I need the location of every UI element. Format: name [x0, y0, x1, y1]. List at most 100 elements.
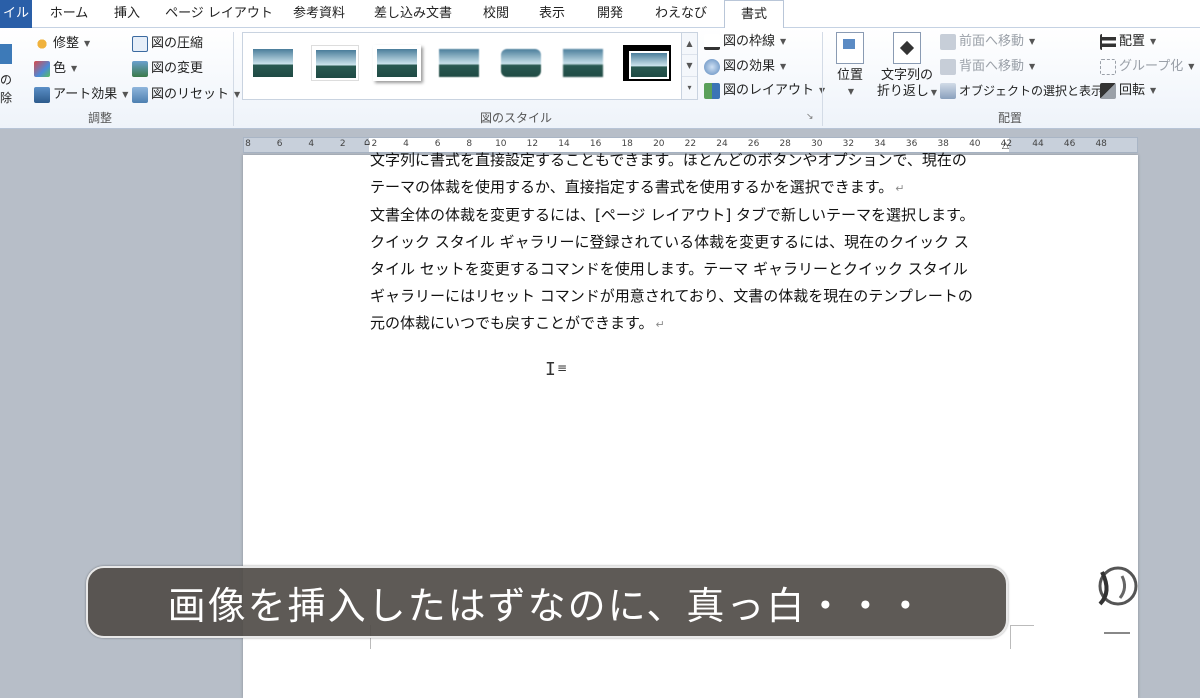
- remove-background-icon[interactable]: [0, 44, 12, 64]
- scroll-up-icon[interactable]: ▲: [682, 33, 697, 55]
- layout-icon: [704, 83, 720, 99]
- sun-icon: [34, 36, 50, 52]
- selection-pane-button[interactable]: オブジェクトの選択と表示: [940, 81, 1103, 101]
- align-button[interactable]: 配置 ▼: [1100, 32, 1156, 52]
- wrap-text-button[interactable]: 文字列の 折り返し ▼: [874, 32, 940, 101]
- bring-forward-button[interactable]: 前面へ移動 ▼: [940, 32, 1035, 52]
- align-left-icon: ≡: [557, 361, 568, 375]
- corrections-button[interactable]: 修整 ▼: [34, 34, 90, 54]
- ruler-tick-label: 48: [1095, 139, 1107, 149]
- dropdown-arrow-icon: ▼: [847, 87, 855, 96]
- tab-page-layout[interactable]: ページ レイアウト: [162, 0, 276, 28]
- ruler-tick-label: 6: [276, 139, 283, 149]
- text-line: ギャラリーにはリセット コマンドが用意されており、文書の体裁を現在のテンプレート…: [370, 287, 973, 305]
- crop-mark: [1010, 625, 1011, 649]
- bring-forward-icon: [940, 34, 956, 50]
- group-separator: [233, 32, 234, 126]
- text-line: 文字列に書式を直接設定することもできます。ほとんどのボタンやオプションで、現在の: [370, 151, 967, 169]
- position-button[interactable]: 位置 ▼: [832, 32, 868, 100]
- gallery-scroll[interactable]: ▲ ▼ ▾: [681, 33, 697, 99]
- style-preview-image: [501, 49, 541, 77]
- artistic-effects-icon: [34, 87, 50, 103]
- subtitle-text: 画像を挿入したはずなのに、真っ白・・・: [167, 583, 927, 628]
- i-beam-cursor-icon: I: [545, 359, 556, 380]
- tab-developer[interactable]: 開発: [588, 0, 632, 28]
- position-icon: [836, 32, 864, 64]
- reset-picture-button[interactable]: 図のリセット ▼: [132, 85, 240, 105]
- tab-waenavi[interactable]: わえなび: [646, 0, 716, 28]
- reset-picture-icon: [132, 87, 148, 103]
- body-text[interactable]: 文字列に書式を直接設定することもできます。ほとんどのボタンやオプションで、現在の…: [370, 151, 1010, 338]
- style-preview-image: [563, 49, 603, 77]
- ruler-tick-label: 8: [245, 139, 251, 149]
- text-line: 元の体裁にいつでも戻すことができます。 ↵: [370, 314, 665, 332]
- group-label-picture-styles: 図のスタイル: [479, 111, 552, 125]
- style-thumbnail[interactable]: [623, 45, 671, 81]
- paragraph-mark: ↵: [895, 182, 905, 195]
- tab-insert[interactable]: 挿入: [106, 0, 148, 28]
- change-picture-icon: [132, 61, 148, 77]
- wrap-text-icon: [893, 32, 921, 64]
- send-backward-icon: [940, 59, 956, 75]
- remove-background-label-2: 除: [0, 91, 13, 105]
- ruler-tick-label: 44: [1032, 139, 1044, 149]
- compress-pictures-button[interactable]: 図の圧縮: [132, 34, 203, 54]
- tab-home[interactable]: ホーム: [42, 0, 96, 28]
- style-thumbnail[interactable]: [373, 45, 421, 81]
- tab-mailings[interactable]: 差し込み文書: [366, 0, 460, 28]
- style-thumbnail[interactable]: [559, 45, 607, 81]
- text-line: クイック スタイル ギャラリーに登録されている体裁を変更するには、現在のクイック…: [370, 233, 969, 251]
- style-preview-image: [377, 49, 417, 77]
- color-button[interactable]: 色 ▼: [34, 59, 77, 79]
- group-label-adjust: 調整: [87, 111, 112, 125]
- group-separator: [822, 32, 823, 126]
- tab-review[interactable]: 校閲: [474, 0, 518, 28]
- change-picture-button[interactable]: 図の変更: [132, 59, 203, 79]
- picture-layout-button[interactable]: 図のレイアウト▼: [704, 81, 825, 101]
- ribbon: の 除 修整 ▼ 色 ▼ アート効果 ▼ 図の圧縮 図の変更 図のリセット ▼ 調整 ▲…: [0, 28, 1200, 129]
- picture-border-button[interactable]: 図の枠線 ▼: [704, 32, 786, 52]
- rotate-icon: [1100, 83, 1116, 99]
- crop-mark: [1010, 625, 1034, 626]
- style-preview-image: [629, 51, 669, 79]
- ribbon-tab-bar: イル ホーム 挿入 ページ レイアウト 参考資料 差し込み文書 校閲 表示 開発…: [0, 0, 1200, 29]
- artistic-effects-button[interactable]: アート効果 ▼: [34, 85, 128, 105]
- send-backward-button[interactable]: 背面へ移動 ▼: [940, 57, 1035, 77]
- tab-view[interactable]: 表示: [530, 0, 574, 28]
- style-preview-image: [253, 49, 293, 77]
- text-line: タイル セットを変更するコマンドを使用します。テーマ ギャラリーとクイック スタ…: [370, 260, 968, 278]
- subtitle-caption: 画像を挿入したはずなのに、真っ白・・・: [86, 566, 1008, 638]
- picture-styles-gallery[interactable]: ▲ ▼ ▾: [242, 32, 698, 100]
- text-line: 文書全体の体裁を変更するには、[ページ レイアウト] タブで新しいテーマを選択し…: [370, 206, 975, 224]
- tab-file[interactable]: イル: [0, 0, 32, 28]
- style-thumbnail[interactable]: [435, 45, 483, 81]
- effects-icon: [704, 59, 720, 75]
- style-thumbnail[interactable]: [497, 45, 545, 81]
- style-thumbnail[interactable]: [249, 45, 297, 81]
- logo-icon: [1098, 566, 1138, 634]
- pencil-icon: [704, 34, 720, 50]
- more-styles-icon[interactable]: ▾: [682, 77, 697, 99]
- paragraph-mark: ↵: [655, 318, 665, 331]
- tab-references[interactable]: 参考資料: [286, 0, 352, 28]
- group-icon: [1100, 59, 1116, 75]
- align-icon: [1100, 34, 1116, 50]
- ruler-tick-label: 4: [308, 139, 315, 149]
- scroll-down-icon[interactable]: ▼: [682, 55, 697, 77]
- remove-background-label-1: の: [0, 73, 13, 87]
- color-palette-icon: [34, 61, 50, 77]
- style-thumbnail[interactable]: [311, 45, 359, 81]
- tab-format[interactable]: 書式: [724, 0, 784, 29]
- style-preview-image: [316, 50, 356, 78]
- group-objects-button[interactable]: グループ化 ▼: [1100, 57, 1194, 77]
- style-preview-image: [439, 49, 479, 77]
- group-label-arrange: 配置: [997, 111, 1022, 125]
- compress-icon: [132, 36, 148, 52]
- ruler-tick-label: 2: [339, 139, 346, 149]
- rotate-button[interactable]: 回転 ▼: [1100, 81, 1156, 101]
- dialog-launcher-icon[interactable]: ↘: [806, 112, 814, 122]
- text-line: テーマの体裁を使用するか、直接指定する書式を使用するかを選択できます。 ↵: [370, 178, 905, 196]
- selection-pane-icon: [940, 83, 956, 99]
- ruler-tick-label: 46: [1063, 139, 1076, 149]
- picture-effects-button[interactable]: 図の効果 ▼: [704, 57, 786, 77]
